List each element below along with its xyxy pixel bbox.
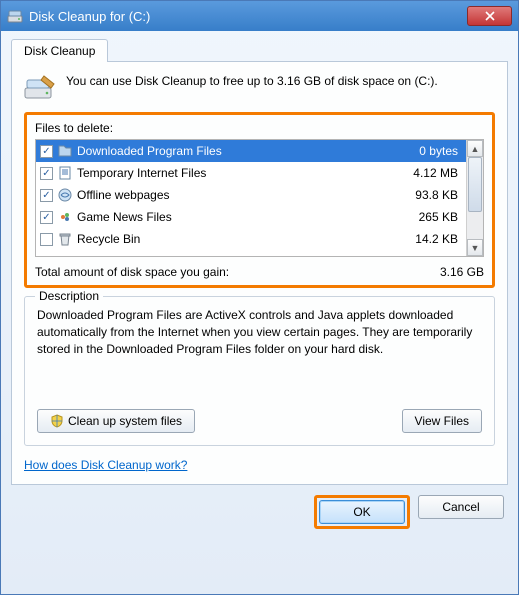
list-item-size: 265 KB <box>392 210 462 224</box>
file-type-icon <box>57 231 73 247</box>
button-label: Cancel <box>442 500 479 514</box>
disk-cleanup-window: Disk Cleanup for (C:) Disk Cleanup You c… <box>0 0 519 595</box>
total-label: Total amount of disk space you gain: <box>35 265 440 279</box>
close-button[interactable] <box>467 6 512 26</box>
description-groupbox: Description Downloaded Program Files are… <box>24 296 495 446</box>
list-item-size: 0 bytes <box>392 144 462 158</box>
close-icon <box>485 11 495 21</box>
scroll-down-button[interactable]: ▼ <box>467 239 483 256</box>
ok-button[interactable]: OK <box>319 500 405 524</box>
titlebar[interactable]: Disk Cleanup for (C:) <box>1 1 518 31</box>
list-item[interactable]: ✓ Downloaded Program Files 0 bytes <box>36 140 466 162</box>
file-type-icon <box>57 143 73 159</box>
list-item[interactable]: ✓ Game News Files 265 KB <box>36 206 466 228</box>
tab-panel: You can use Disk Cleanup to free up to 3… <box>11 61 508 485</box>
files-section-highlight: Files to delete: ✓ Downloaded Program Fil… <box>24 112 495 288</box>
tab-disk-cleanup[interactable]: Disk Cleanup <box>11 39 108 62</box>
file-type-icon <box>57 165 73 181</box>
disk-cleanup-icon <box>7 8 23 24</box>
how-does-disk-cleanup-work-link[interactable]: How does Disk Cleanup work? <box>24 458 187 472</box>
list-item-label: Game News Files <box>77 210 388 224</box>
ok-button-highlight: OK <box>314 495 410 529</box>
intro-text: You can use Disk Cleanup to free up to 3… <box>66 74 438 88</box>
scroll-thumb[interactable] <box>468 157 482 212</box>
files-listbox[interactable]: ✓ Downloaded Program Files 0 bytes ✓ Tempora… <box>35 139 484 257</box>
description-text: Downloaded Program Files are ActiveX con… <box>37 307 482 395</box>
scroll-track[interactable] <box>467 157 483 239</box>
description-title: Description <box>35 289 103 303</box>
list-item-label: Offline webpages <box>77 188 388 202</box>
drive-broom-icon <box>24 74 56 102</box>
total-row: Total amount of disk space you gain: 3.1… <box>35 265 484 279</box>
checkbox[interactable]: ✓ <box>40 145 53 158</box>
list-item[interactable]: ✓ Temporary Internet Files 4.12 MB <box>36 162 466 184</box>
button-label: Clean up system files <box>68 414 182 428</box>
cancel-button[interactable]: Cancel <box>418 495 504 519</box>
total-value: 3.16 GB <box>440 265 484 279</box>
view-files-button[interactable]: View Files <box>402 409 482 433</box>
dialog-footer: OK Cancel <box>11 495 508 529</box>
list-item[interactable]: ✓ Offline webpages 93.8 KB <box>36 184 466 206</box>
checkbox[interactable]: ✓ <box>40 211 53 224</box>
checkbox[interactable] <box>40 233 53 246</box>
list-item[interactable]: Recycle Bin 14.2 KB <box>36 228 466 250</box>
checkbox[interactable]: ✓ <box>40 189 53 202</box>
list-item-size: 4.12 MB <box>392 166 462 180</box>
button-label: View Files <box>415 414 469 428</box>
list-item-label: Downloaded Program Files <box>77 144 388 158</box>
list-item-label: Temporary Internet Files <box>77 166 388 180</box>
scroll-up-button[interactable]: ▲ <box>467 140 483 157</box>
list-item-label: Recycle Bin <box>77 232 388 246</box>
shield-icon <box>50 414 64 428</box>
vertical-scrollbar[interactable]: ▲ ▼ <box>466 140 483 256</box>
files-to-delete-label: Files to delete: <box>35 121 484 135</box>
list-item-size: 14.2 KB <box>392 232 462 246</box>
checkbox[interactable]: ✓ <box>40 167 53 180</box>
intro-row: You can use Disk Cleanup to free up to 3… <box>24 74 495 102</box>
button-label: OK <box>353 505 370 519</box>
list-item-size: 93.8 KB <box>392 188 462 202</box>
cleanup-system-files-button[interactable]: Clean up system files <box>37 409 195 433</box>
window-title: Disk Cleanup for (C:) <box>29 9 467 24</box>
file-type-icon <box>57 209 73 225</box>
description-button-row: Clean up system files View Files <box>37 409 482 433</box>
client-area: Disk Cleanup You can use Disk Cleanup to… <box>1 31 518 539</box>
file-type-icon <box>57 187 73 203</box>
tabstrip: Disk Cleanup <box>11 39 508 62</box>
